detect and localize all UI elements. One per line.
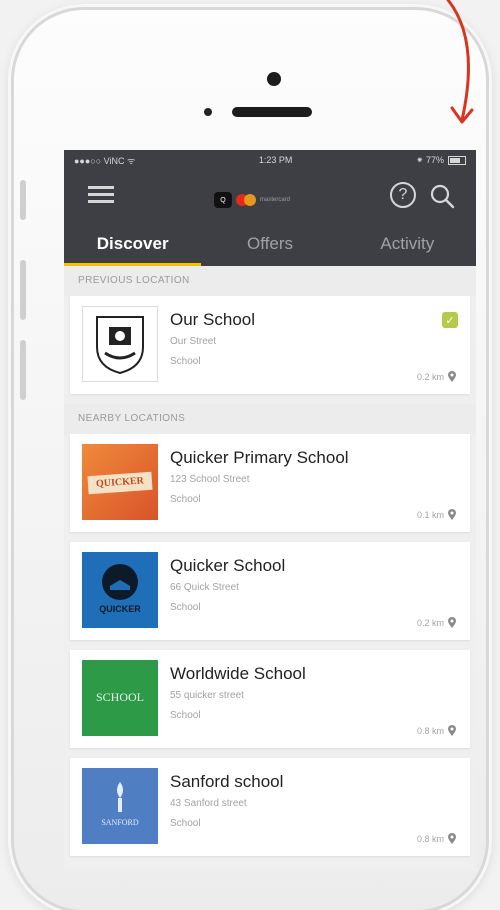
location-distance: 0.8 km xyxy=(417,833,456,844)
brand-logo: Q mastercard xyxy=(214,192,290,208)
volume-down-button xyxy=(20,340,26,400)
location-name: Our School xyxy=(170,310,256,329)
mastercard-text: mastercard xyxy=(260,197,291,203)
location-street: Our Street xyxy=(170,336,217,347)
school-thumbnail: QUICKER xyxy=(82,552,158,628)
location-card-previous[interactable]: Our School Our Street School ✓ 0.2 km xyxy=(70,296,470,394)
map-pin-icon xyxy=(448,617,456,628)
status-time: 1:23 PM xyxy=(258,155,293,165)
carrier-signal: ●●●○○ ViNC ᯤ xyxy=(74,155,136,166)
school-thumbnail: SANFORD xyxy=(82,768,158,844)
mute-switch xyxy=(20,180,26,220)
crest-icon xyxy=(96,316,144,375)
location-street: 123 School Street xyxy=(170,474,250,485)
earpiece-speaker xyxy=(232,107,312,117)
location-name: Quicker School xyxy=(170,556,286,575)
location-card[interactable]: SCHOOL Worldwide School 55 quicker stree… xyxy=(70,650,470,748)
mastercard-logo-icon xyxy=(236,194,256,206)
app-screen: ●●●○○ ViNC ᯤ 1:23 PM ⁕ 77% Q mastercard … xyxy=(64,150,476,871)
battery-status: ⁕ 77% xyxy=(416,155,466,166)
map-pin-icon xyxy=(448,833,456,844)
search-icon[interactable] xyxy=(428,182,456,210)
location-category: School xyxy=(170,818,201,829)
location-card[interactable]: SANFORD Sanford school 43 Sanford street… xyxy=(70,758,470,856)
menu-icon[interactable] xyxy=(88,186,114,204)
location-distance: 0.8 km xyxy=(417,725,456,736)
curved-arrow-icon xyxy=(446,0,474,124)
tab-activity[interactable]: Activity xyxy=(339,224,476,266)
active-tab-indicator xyxy=(64,263,201,266)
location-category: School xyxy=(170,494,201,505)
location-name: Worldwide School xyxy=(170,664,306,683)
volume-up-button xyxy=(20,260,26,320)
location-card[interactable]: QUICKER Quicker School 66 Quick Street S… xyxy=(70,542,470,640)
location-category: School xyxy=(170,356,201,367)
help-icon[interactable]: ? xyxy=(390,182,416,208)
location-category: School xyxy=(170,602,201,613)
location-name: Sanford school xyxy=(170,772,284,791)
location-street: 66 Quick Street xyxy=(170,582,239,593)
tab-discover[interactable]: Discover xyxy=(64,224,201,266)
location-distance: 0.1 km xyxy=(417,509,456,520)
location-distance: 0.2 km xyxy=(417,371,456,382)
status-bar: ●●●○○ ViNC ᯤ 1:23 PM ⁕ 77% xyxy=(64,150,476,170)
torch-logo-icon xyxy=(117,782,123,812)
map-pin-icon xyxy=(448,725,456,736)
nearby-locations-header: NEARBY LOCATIONS xyxy=(64,404,476,434)
proximity-sensor xyxy=(204,108,212,116)
book-logo-icon xyxy=(102,564,138,600)
school-crest-thumbnail xyxy=(82,306,158,382)
location-street: 55 quicker street xyxy=(170,690,244,701)
tab-bar: Discover Offers Activity xyxy=(64,224,476,266)
phone-frame: ●●●○○ ViNC ᯤ 1:23 PM ⁕ 77% Q mastercard … xyxy=(14,10,486,910)
location-distance: 0.2 km xyxy=(417,617,456,628)
location-category: School xyxy=(170,710,201,721)
front-camera xyxy=(267,72,281,86)
checked-in-icon: ✓ xyxy=(442,312,458,328)
school-thumbnail: QUICKER xyxy=(82,444,158,520)
map-pin-icon xyxy=(448,371,456,382)
location-card[interactable]: QUICKER Quicker Primary School 123 Schoo… xyxy=(70,434,470,532)
tab-offers[interactable]: Offers xyxy=(201,224,338,266)
location-street: 43 Sanford street xyxy=(170,798,247,809)
quicker-logo-icon: Q xyxy=(214,192,232,208)
map-pin-icon xyxy=(448,509,456,520)
app-header: Q mastercard ? xyxy=(64,170,476,224)
school-thumbnail: SCHOOL xyxy=(82,660,158,736)
location-name: Quicker Primary School xyxy=(170,448,349,467)
battery-icon xyxy=(448,155,466,165)
previous-location-header: PREVIOUS LOCATION xyxy=(64,266,476,296)
